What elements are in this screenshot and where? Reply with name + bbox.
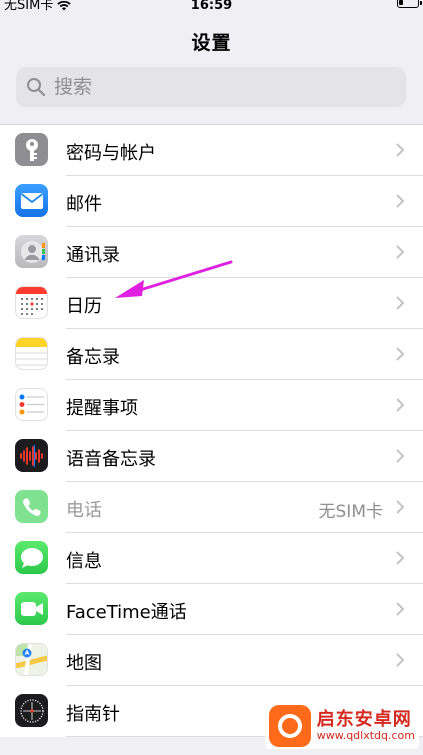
chevron-right-icon [396, 194, 405, 208]
watermark-title: 启东安卓网 [316, 708, 412, 730]
row-voice-memos[interactable]: 语音备忘录 [0, 431, 423, 482]
compass-icon [15, 694, 48, 727]
row-notes[interactable]: 备忘录 [0, 329, 423, 380]
phone-icon [15, 490, 48, 523]
row-label: 电话 [66, 500, 102, 521]
battery-icon [397, 0, 422, 8]
row-value: 无SIM卡 [318, 502, 383, 522]
chevron-right-icon [396, 143, 405, 157]
row-maps[interactable]: 地图 [0, 635, 423, 686]
status-right [397, 0, 422, 8]
voice-memo-icon [15, 439, 48, 472]
row-label: 地图 [66, 653, 102, 674]
row-label: 信息 [66, 551, 102, 572]
search-icon [27, 78, 46, 97]
chevron-right-icon [396, 296, 405, 310]
chevron-right-icon [396, 500, 405, 514]
key-icon [15, 133, 48, 166]
row-facetime[interactable]: FaceTime通话 [0, 584, 423, 635]
search-input[interactable] [52, 75, 376, 99]
chevron-right-icon [396, 653, 405, 667]
row-phone[interactable]: 电话 无SIM卡 [0, 482, 423, 533]
watermark-url: www.qdlxtdq.com [316, 728, 415, 742]
contacts-icon [15, 235, 48, 268]
row-label: 密码与帐户 [66, 143, 156, 164]
chevron-right-icon [396, 449, 405, 463]
search-bar[interactable] [16, 67, 406, 107]
row-mail[interactable]: 邮件 [0, 176, 423, 227]
row-label: 邮件 [66, 194, 102, 215]
row-label: 语音备忘录 [66, 449, 156, 470]
mail-icon [15, 184, 48, 217]
facetime-icon [15, 592, 48, 625]
row-label: 日历 [66, 296, 102, 317]
chevron-right-icon [396, 245, 405, 259]
notes-icon [15, 337, 48, 370]
status-time: 16:59 [190, 0, 233, 13]
calendar-icon [15, 286, 48, 319]
settings-list: 密码与帐户 邮件 通讯录 日历 备忘录 提醒事项 语音备忘录 电话 无SIM卡 … [0, 124, 423, 737]
chevron-right-icon [396, 398, 405, 412]
status-bar: 无SIM卡 16:59 [0, 0, 423, 14]
page-title: 设置 [191, 32, 232, 54]
reminders-icon [15, 388, 48, 421]
row-label: 提醒事项 [66, 398, 138, 419]
annotation-arrow-icon [115, 260, 233, 298]
maps-icon [15, 643, 48, 676]
messages-icon [15, 541, 48, 574]
row-reminders[interactable]: 提醒事项 [0, 380, 423, 431]
chevron-right-icon [396, 602, 405, 616]
row-label: 指南针 [66, 704, 120, 725]
row-passwords-accounts[interactable]: 密码与帐户 [0, 125, 423, 176]
row-messages[interactable]: 信息 [0, 533, 423, 584]
watermark-logo-icon [268, 705, 311, 747]
chevron-right-icon [396, 551, 405, 565]
chevron-right-icon [396, 347, 405, 361]
watermark: 启东安卓网 www.qdlxtdq.com [264, 703, 419, 749]
row-label: 备忘录 [66, 347, 120, 368]
row-label: FaceTime通话 [66, 602, 187, 623]
